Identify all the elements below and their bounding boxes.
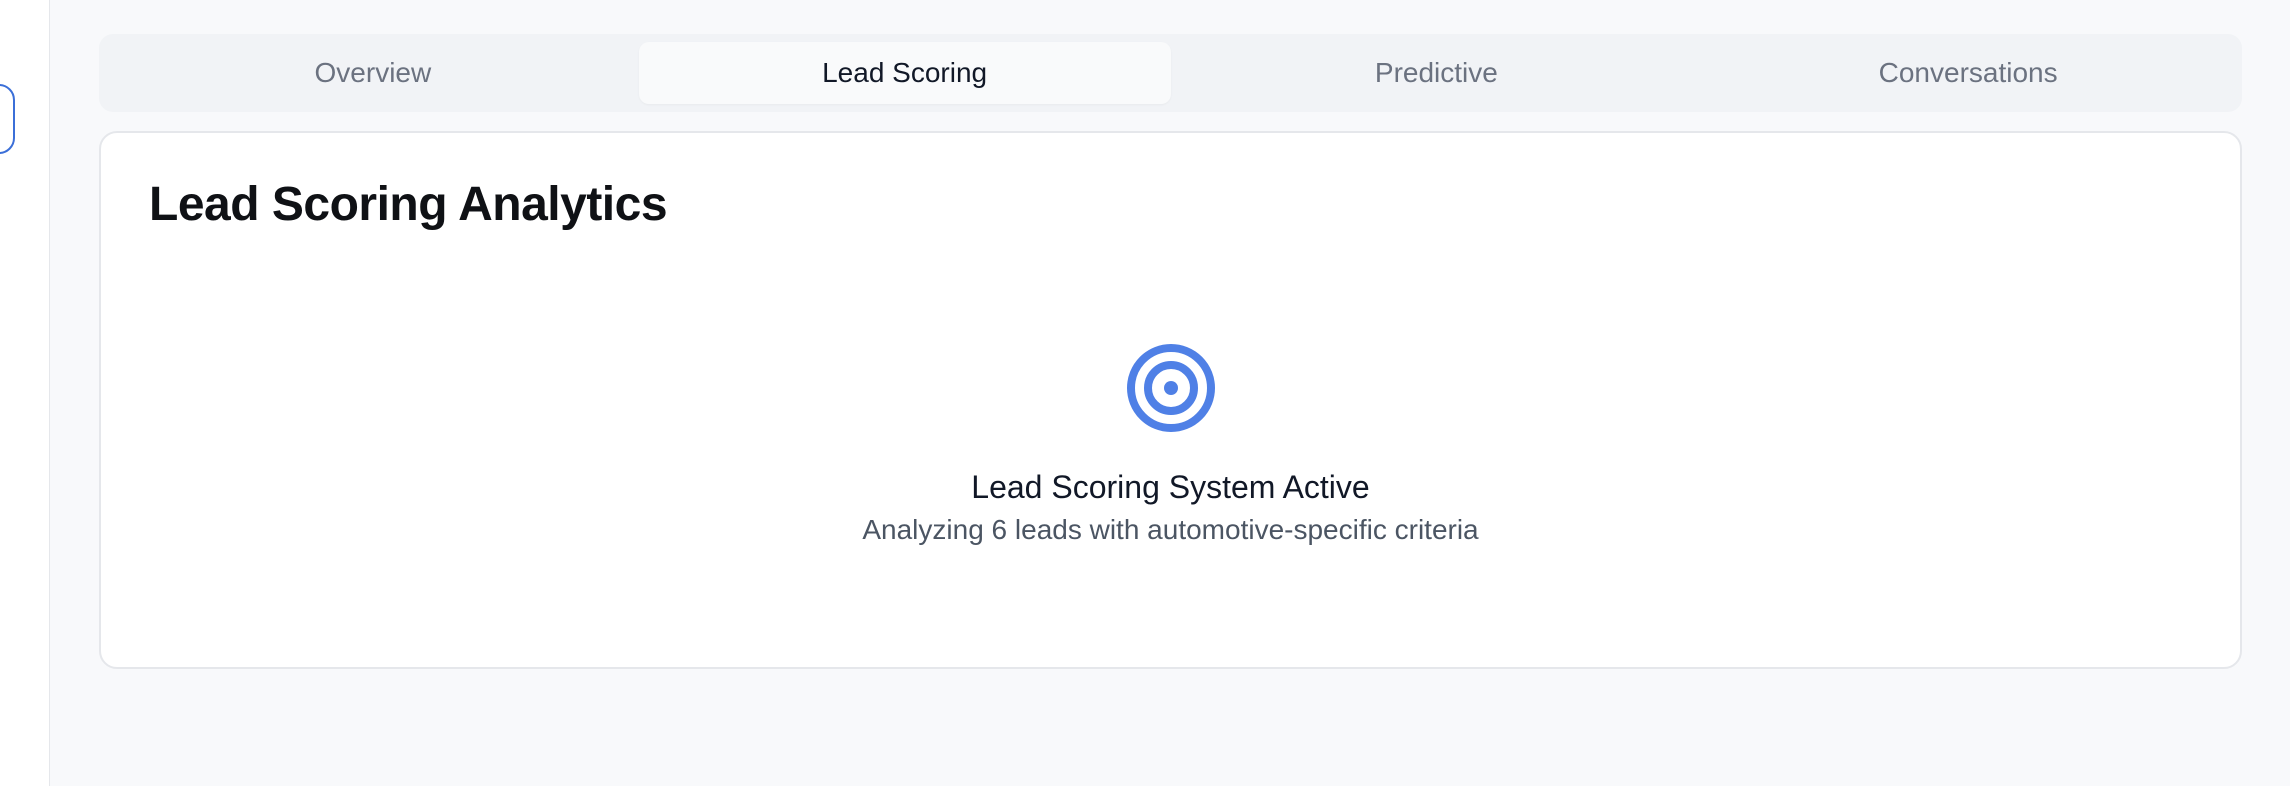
status-title: Lead Scoring System Active: [971, 469, 1370, 505]
lead-scoring-card: Lead Scoring Analytics Lead Scoring Syst…: [99, 131, 2242, 669]
main-content: Overview Lead Scoring Predictive Convers…: [99, 34, 2242, 669]
tab-overview[interactable]: Overview: [107, 42, 639, 104]
card-title: Lead Scoring Analytics: [149, 178, 668, 231]
tab-bar: Overview Lead Scoring Predictive Convers…: [99, 34, 2242, 112]
status-subtitle: Analyzing 6 leads with automotive-specif…: [862, 514, 1479, 545]
tab-lead-scoring[interactable]: Lead Scoring: [638, 42, 1171, 104]
sidebar-edge-button[interactable]: [0, 84, 15, 154]
status-block: Lead Scoring System Active Analyzing 6 l…: [101, 343, 2240, 546]
tab-predictive[interactable]: Predictive: [1171, 42, 1703, 104]
target-icon: [1126, 344, 1215, 432]
left-sidebar: [0, 0, 50, 786]
tab-conversations[interactable]: Conversations: [1702, 42, 2234, 104]
